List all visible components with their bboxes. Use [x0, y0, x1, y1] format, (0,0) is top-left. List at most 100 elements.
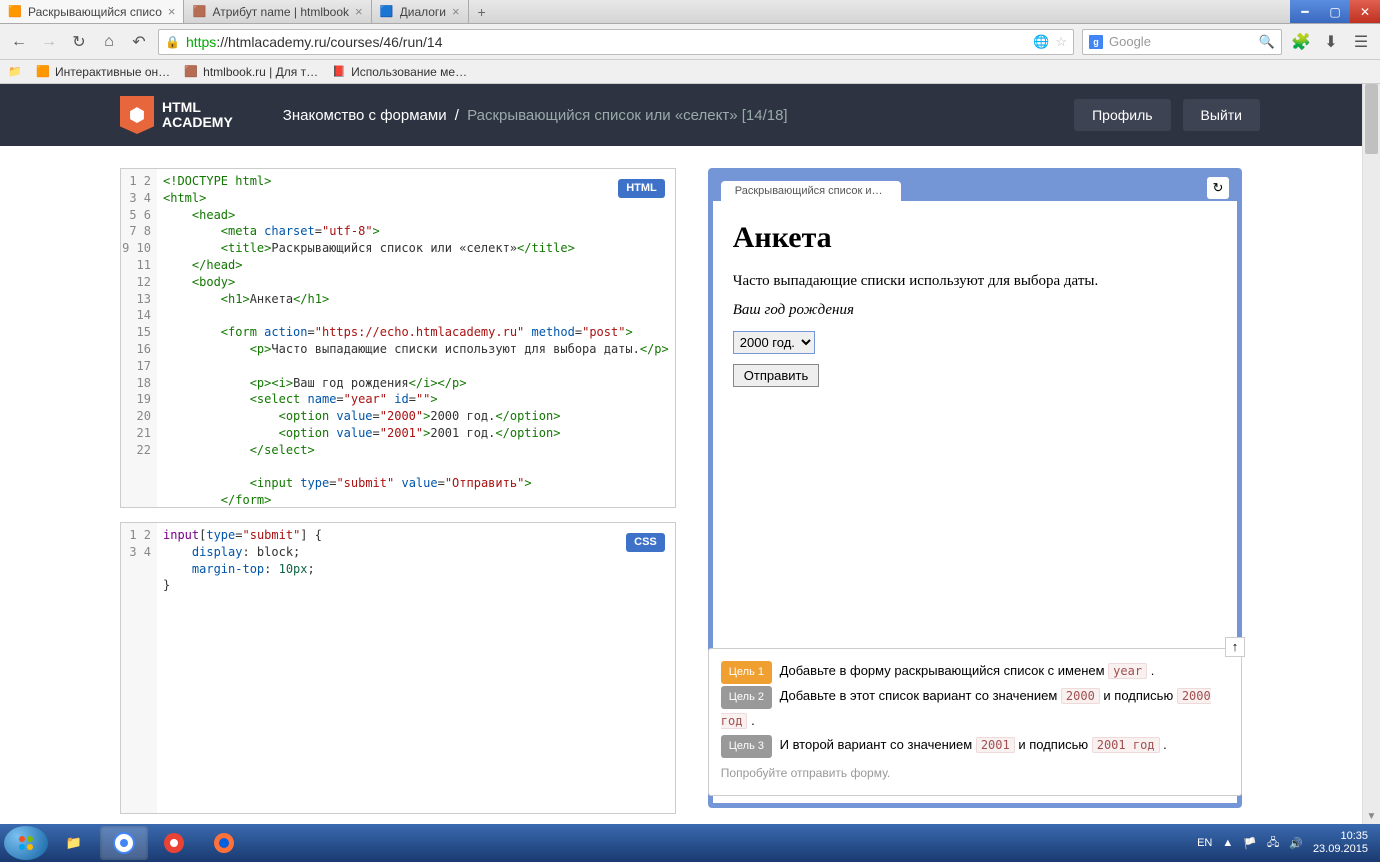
search-bar[interactable]: g Google 🔍: [1082, 29, 1282, 55]
star-icon[interactable]: ☆: [1055, 34, 1067, 50]
goals-panel: ↑ Цель 1 Добавьте в форму раскрывающийся…: [708, 648, 1242, 796]
css-badge: CSS: [626, 533, 665, 552]
preview-paragraph: Часто выпадающие списки используют для в…: [733, 273, 1217, 290]
header-actions: Профиль Выйти: [1074, 99, 1260, 131]
goal-row: Цель 1 Добавьте в форму раскрывающийся с…: [721, 659, 1229, 684]
code-2001: 2001: [976, 737, 1015, 753]
year-select[interactable]: 2000 год.: [733, 331, 815, 354]
profile-button[interactable]: Профиль: [1074, 99, 1170, 131]
home-button[interactable]: ⌂: [98, 31, 120, 53]
submit-button[interactable]: Отправить: [733, 364, 819, 387]
collapse-arrow-icon[interactable]: ↑: [1225, 637, 1245, 657]
refresh-button[interactable]: ↻: [1207, 177, 1229, 199]
task-chrome-2[interactable]: [150, 826, 198, 860]
tab-title: Раскрывающийся списо: [28, 5, 162, 19]
goal-badge-2: Цель 2: [721, 686, 772, 709]
language-indicator[interactable]: EN: [1197, 837, 1212, 849]
preview-tab[interactable]: Раскрывающийся список или «сел: [721, 181, 901, 201]
flag-icon[interactable]: 🏳️: [1243, 837, 1257, 850]
nav-bar: ← → ↻ ⌂ ↶ 🔒 https://htmlacademy.ru/cours…: [0, 24, 1380, 60]
menu-button[interactable]: ☰: [1350, 31, 1372, 53]
close-icon[interactable]: ×: [355, 4, 363, 19]
logo-text: HTML ACADEMY: [162, 100, 233, 131]
close-button[interactable]: ✕: [1350, 0, 1380, 23]
goals-hint: Попробуйте отправить форму.: [721, 762, 1229, 785]
extensions-button[interactable]: 🧩: [1290, 31, 1312, 53]
task-firefox[interactable]: [200, 826, 248, 860]
html-badge: HTML: [618, 179, 665, 198]
goal-badge-1: Цель 1: [721, 661, 772, 684]
tray-arrow-icon[interactable]: ▲: [1222, 837, 1233, 849]
search-placeholder: Google: [1109, 34, 1151, 49]
clock[interactable]: 10:35 23.09.2015: [1313, 830, 1368, 856]
bookmarks-bar: 📁 🟧 Интерактивные он… 🟫 htmlbook.ru | Дл…: [0, 60, 1380, 84]
breadcrumb-parent[interactable]: Знакомство с формами: [283, 107, 447, 124]
bookmark-item[interactable]: 🟫 htmlbook.ru | Для т…: [184, 65, 318, 79]
line-gutter: 1 2 3 4 5 6 7 8 9 10 11 12 13 14 15 16 1…: [121, 169, 157, 507]
bookmark-label: Использование ме…: [351, 65, 467, 79]
code-year: year: [1108, 663, 1147, 679]
undo-nav-button[interactable]: ↶: [128, 31, 150, 53]
html-code[interactable]: <!DOCTYPE html> <html> <head> <meta char…: [157, 169, 675, 507]
scroll-thumb[interactable]: [1365, 84, 1378, 154]
page-scrollbar[interactable]: ▲ ▼: [1362, 84, 1380, 824]
preview-label: Ваш год рождения: [733, 302, 1217, 319]
preview-column: Раскрывающийся список или «сел ↻ Анкета …: [708, 168, 1242, 824]
task-chrome[interactable]: [100, 826, 148, 860]
browser-tab-3[interactable]: 🟦 Диалоги ×: [372, 0, 469, 23]
breadcrumb-current: Раскрывающийся список или «селект» [14/1…: [467, 107, 788, 124]
chrome-icon: [113, 832, 135, 854]
maximize-button[interactable]: ▢: [1320, 0, 1350, 23]
bookmark-icon: 📕: [332, 65, 346, 79]
minimize-button[interactable]: ━: [1290, 0, 1320, 23]
start-button[interactable]: [4, 826, 48, 860]
goal-badge-3: Цель 3: [721, 735, 772, 758]
line-gutter: 1 2 3 4: [121, 523, 157, 813]
bookmark-item[interactable]: 📕 Использование ме…: [332, 65, 467, 79]
breadcrumb: Знакомство с формами / Раскрывающийся сп…: [283, 107, 788, 124]
preview-heading: Анкета: [733, 221, 1217, 255]
task-explorer[interactable]: 📁: [50, 826, 98, 860]
firefox-icon: [213, 832, 235, 854]
browser-tab-2[interactable]: 🟫 Атрибут name | htmlbook ×: [184, 0, 371, 23]
logout-button[interactable]: Выйти: [1183, 99, 1260, 131]
volume-icon[interactable]: 🔊: [1289, 837, 1303, 850]
bookmark-folder-icon[interactable]: 📁: [8, 65, 22, 79]
tab-icon: 🟧: [8, 5, 22, 19]
editor-column: HTML 1 2 3 4 5 6 7 8 9 10 11 12 13 14 15…: [120, 168, 676, 824]
goal-row: Цель 3 И второй вариант со значением 200…: [721, 733, 1229, 758]
window-buttons: ━ ▢ ✕: [1290, 0, 1380, 23]
css-code[interactable]: input[type="submit"] { display: block; m…: [157, 523, 675, 813]
code-2001-year: 2001 год: [1092, 737, 1160, 753]
browser-tab-1[interactable]: 🟧 Раскрывающийся списо ×: [0, 0, 184, 23]
downloads-button[interactable]: ⬇: [1320, 31, 1342, 53]
close-icon[interactable]: ×: [168, 4, 176, 19]
scroll-down-icon[interactable]: ▼: [1363, 808, 1380, 824]
bookmark-label: htmlbook.ru | Для т…: [203, 65, 318, 79]
logo[interactable]: ⬢ HTML ACADEMY: [120, 96, 233, 134]
network-icon[interactable]: 🖧: [1267, 834, 1279, 853]
url-bar[interactable]: 🔒 https://htmlacademy.ru/courses/46/run/…: [158, 29, 1074, 55]
html-editor[interactable]: HTML 1 2 3 4 5 6 7 8 9 10 11 12 13 14 15…: [120, 168, 676, 508]
search-icon[interactable]: 🔍: [1259, 34, 1275, 50]
forward-button[interactable]: →: [38, 31, 60, 53]
windows-icon: [16, 833, 36, 853]
system-tray: EN ▲ 🏳️ 🖧 🔊 10:35 23.09.2015: [1197, 830, 1376, 856]
bookmark-item[interactable]: 🟧 Интерактивные он…: [36, 65, 170, 79]
google-icon: g: [1089, 35, 1103, 49]
globe-icon[interactable]: 🌐: [1033, 34, 1049, 50]
close-icon[interactable]: ×: [452, 4, 460, 19]
back-button[interactable]: ←: [8, 31, 30, 53]
new-tab-button[interactable]: +: [469, 0, 495, 23]
goal-row: Цель 2 Добавьте в этот список вариант со…: [721, 684, 1229, 734]
logo-shield-icon: ⬢: [120, 96, 154, 134]
code-2000: 2000: [1061, 688, 1100, 704]
css-editor[interactable]: CSS 1 2 3 4 input[type="submit"] { displ…: [120, 522, 676, 814]
preview-tabs: Раскрывающийся список или «сел ↻: [713, 173, 1237, 201]
lock-icon: 🔒: [165, 35, 180, 49]
tab-title: Диалоги: [400, 5, 446, 19]
chrome-icon: [163, 832, 185, 854]
reload-button[interactable]: ↻: [68, 31, 90, 53]
academy-header: ⬢ HTML ACADEMY Знакомство с формами / Ра…: [0, 84, 1380, 146]
tab-icon: 🟦: [380, 5, 394, 19]
